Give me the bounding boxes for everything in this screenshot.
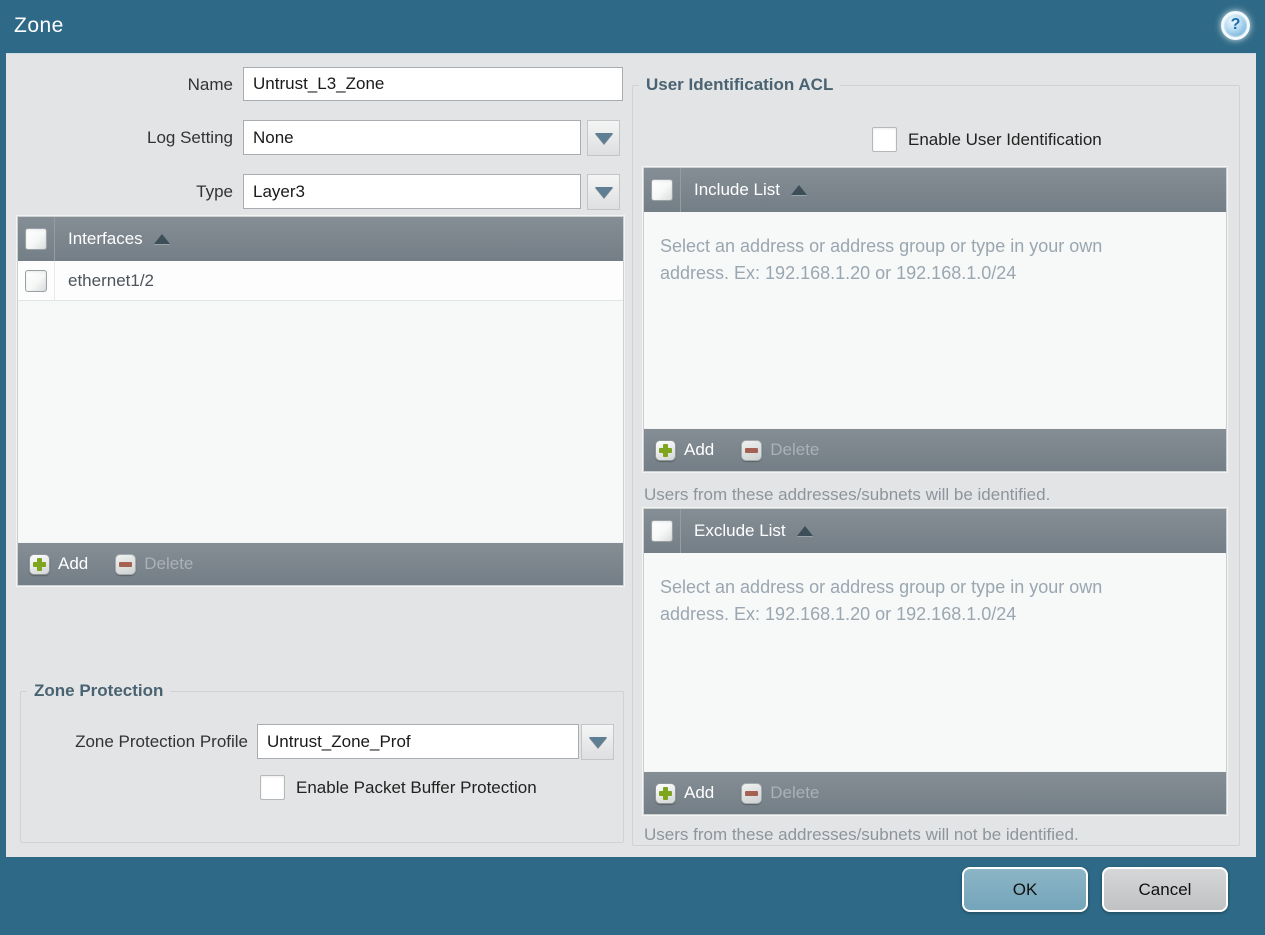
- row-checkbox[interactable]: [25, 269, 47, 292]
- chevron-down-icon: [594, 132, 613, 144]
- cancel-button[interactable]: Cancel: [1102, 867, 1228, 912]
- include-list-column-title[interactable]: Include List: [694, 180, 780, 200]
- user-identification-acl-section: User Identification ACL Enable User Iden…: [632, 75, 1240, 846]
- exclude-select-all-checkbox[interactable]: [651, 520, 673, 542]
- interfaces-select-all-checkbox[interactable]: [25, 228, 47, 250]
- add-button-label: Add: [684, 440, 715, 459]
- dialog-titlebar: Zone ?: [0, 0, 1265, 53]
- interfaces-table-toolbar: Add Delete: [18, 542, 623, 585]
- include-list-header[interactable]: Include List: [644, 168, 1226, 212]
- add-button[interactable]: Add: [655, 782, 715, 804]
- minus-icon: [115, 553, 137, 575]
- delete-button[interactable]: Delete: [115, 553, 194, 575]
- exclude-list-placeholder: Select an address or address group or ty…: [660, 577, 1103, 624]
- type-label: Type: [196, 182, 233, 201]
- packet-buffer-protection-row: Enable Packet Buffer Protection: [260, 775, 537, 800]
- zone-protection-profile-input[interactable]: [257, 724, 579, 759]
- interfaces-column-title[interactable]: Interfaces: [68, 229, 143, 249]
- plus-icon: [29, 553, 50, 575]
- delete-button-label: Delete: [770, 440, 820, 459]
- include-select-all-cell: [644, 168, 681, 212]
- include-list-body[interactable]: Select an address or address group or ty…: [644, 212, 1226, 428]
- minus-icon: [741, 782, 763, 804]
- enable-packet-buffer-protection-label: Enable Packet Buffer Protection: [296, 777, 537, 797]
- minus-icon: [741, 439, 763, 461]
- name-label: Name: [187, 75, 233, 94]
- type-dropdown-button[interactable]: [587, 174, 620, 210]
- log-setting-input[interactable]: [243, 120, 581, 155]
- delete-button[interactable]: Delete: [741, 439, 820, 461]
- question-mark-glyph: ?: [1230, 16, 1241, 33]
- ok-button[interactable]: OK: [962, 867, 1088, 912]
- sort-ascending-icon: [153, 234, 170, 244]
- include-list-placeholder: Select an address or address group or ty…: [660, 236, 1103, 283]
- enable-user-identification-checkbox[interactable]: [872, 127, 897, 152]
- zone-protection-legend: Zone Protection: [34, 681, 164, 700]
- interface-name: ethernet1/2: [68, 270, 155, 290]
- row-checkbox-cell: [18, 261, 55, 300]
- plus-icon: [655, 439, 676, 461]
- exclude-select-all-cell: [644, 509, 681, 553]
- exclude-list-table: Exclude List Select an address or addres…: [643, 508, 1227, 815]
- chevron-down-icon: [594, 186, 613, 198]
- help-icon[interactable]: ?: [1221, 11, 1250, 40]
- exclude-list-toolbar: Add Delete: [644, 771, 1226, 814]
- user-identification-acl-legend: User Identification ACL: [646, 75, 834, 94]
- zone-protection-section: Zone Protection Zone Protection Profile …: [20, 681, 624, 843]
- delete-button-label: Delete: [144, 554, 194, 573]
- exclude-list-header[interactable]: Exclude List: [644, 509, 1226, 553]
- plus-icon: [655, 782, 676, 804]
- exclude-list-hint: Users from these addresses/subnets will …: [644, 825, 1079, 844]
- chevron-down-icon: [588, 736, 607, 748]
- add-button-label: Add: [58, 554, 89, 573]
- delete-button[interactable]: Delete: [741, 782, 820, 804]
- log-setting-dropdown-button[interactable]: [587, 120, 620, 156]
- zone-protection-profile-label: Zone Protection Profile: [75, 732, 248, 751]
- include-list-table: Include List Select an address or addres…: [643, 167, 1227, 472]
- table-row[interactable]: ethernet1/2: [18, 261, 623, 301]
- exclude-list-body[interactable]: Select an address or address group or ty…: [644, 553, 1226, 771]
- sort-ascending-icon: [791, 185, 807, 195]
- enable-user-identification-label: Enable User Identification: [908, 129, 1102, 149]
- enable-user-identification-row: Enable User Identification: [872, 127, 1102, 152]
- type-input[interactable]: [243, 174, 581, 209]
- sort-ascending-icon: [796, 526, 813, 536]
- delete-button-label: Delete: [770, 783, 820, 802]
- include-select-all-checkbox[interactable]: [651, 179, 673, 201]
- interfaces-table: Interfaces ethernet1/2 Add Delete: [17, 216, 624, 586]
- exclude-list-column-title[interactable]: Exclude List: [694, 521, 786, 541]
- dialog-content: Name Log Setting Type Interfaces: [6, 53, 1256, 857]
- zone-protection-profile-dropdown-button[interactable]: [581, 724, 614, 760]
- interfaces-table-header[interactable]: Interfaces: [18, 217, 623, 261]
- add-button-label: Add: [684, 783, 715, 802]
- interfaces-table-body: ethernet1/2: [18, 261, 623, 542]
- name-input[interactable]: [243, 67, 623, 101]
- interfaces-select-all-cell: [18, 217, 55, 261]
- include-list-toolbar: Add Delete: [644, 428, 1226, 471]
- enable-packet-buffer-protection-checkbox[interactable]: [260, 775, 285, 800]
- log-setting-label: Log Setting: [146, 128, 233, 147]
- add-button[interactable]: Add: [655, 439, 715, 461]
- include-list-hint: Users from these addresses/subnets will …: [644, 485, 1051, 504]
- add-button[interactable]: Add: [29, 553, 89, 575]
- dialog-title: Zone: [14, 14, 64, 37]
